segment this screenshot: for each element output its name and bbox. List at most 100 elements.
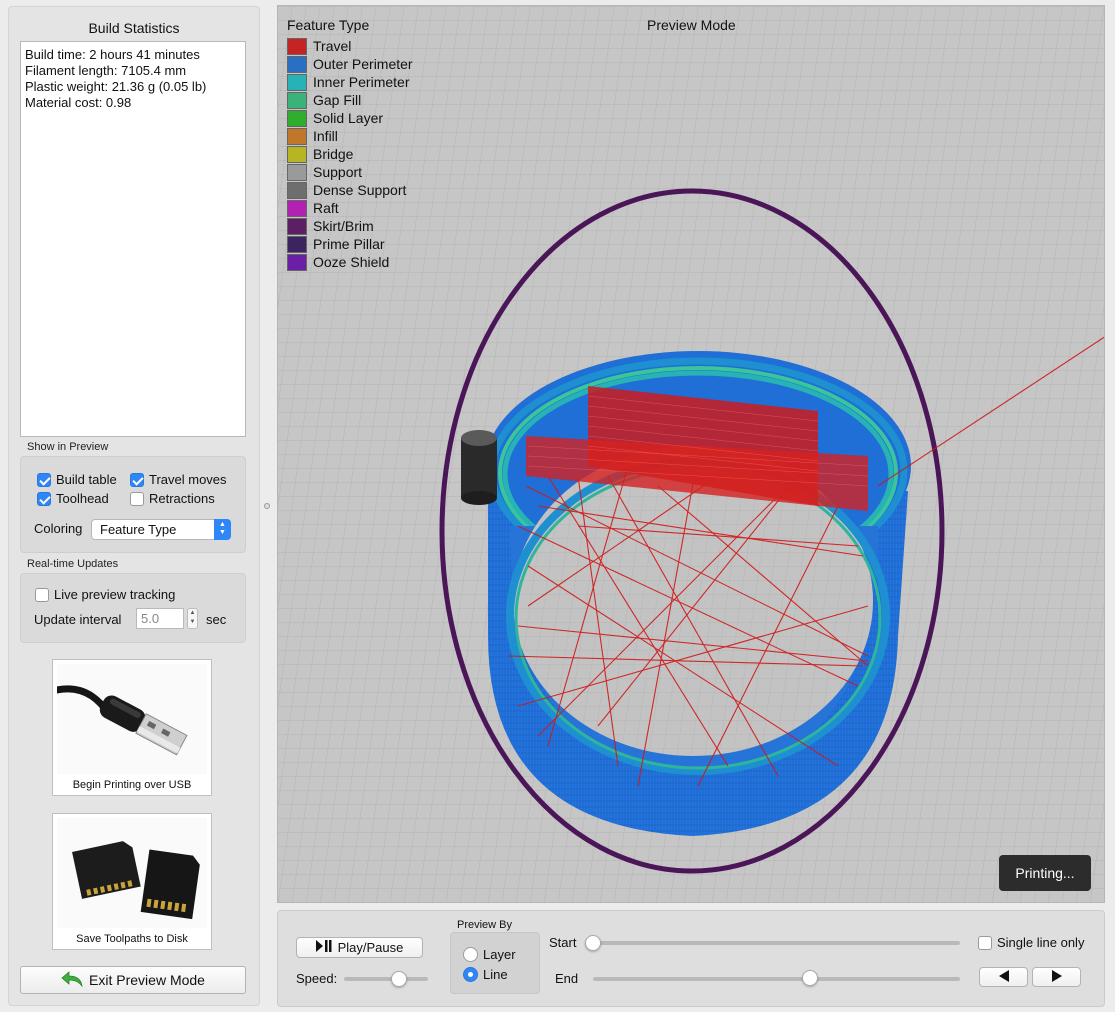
select-arrows-icon: ▲ ▼ (214, 519, 231, 540)
legend-swatch (287, 199, 307, 217)
step-back-button[interactable] (979, 967, 1028, 987)
legend-item-dense-support: Dense Support (287, 181, 413, 199)
triangle-left-icon (998, 969, 1010, 985)
legend-swatch (287, 253, 307, 271)
retractions-label: Retractions (149, 491, 215, 506)
start-slider-track[interactable] (593, 941, 960, 945)
preview-by-group: Layer Line (450, 932, 540, 994)
legend-label: Gap Fill (313, 92, 362, 108)
legend-label: Prime Pillar (313, 236, 385, 252)
legend-swatch (287, 91, 307, 109)
single-line-only-checkbox[interactable]: Single line only (978, 935, 1084, 950)
printing-status-badge[interactable]: Printing... (999, 855, 1091, 891)
legend-swatch (287, 55, 307, 73)
sd-cards-image (57, 818, 207, 928)
preview-by-label: Preview By (457, 919, 513, 931)
legend-item-bridge: Bridge (287, 145, 413, 163)
legend-item-inner-perimeter: Inner Perimeter (287, 73, 413, 91)
legend-swatch (287, 127, 307, 145)
start-slider-knob[interactable] (585, 935, 601, 951)
retractions-checkbox[interactable]: Retractions (130, 491, 215, 506)
live-tracking-checkbox[interactable]: Live preview tracking (35, 587, 175, 602)
coloring-select[interactable]: Feature Type ▲ ▼ (91, 519, 231, 540)
start-label: Start (549, 935, 577, 950)
single-line-only-label: Single line only (997, 935, 1085, 950)
legend-swatch (287, 235, 307, 253)
begin-printing-usb-button[interactable]: Begin Printing over USB (52, 659, 212, 796)
checkbox-unchecked-icon (978, 935, 992, 950)
speed-slider-track[interactable] (344, 977, 428, 981)
stat-build-time: Build time: 2 hours 41 minutes (25, 47, 200, 62)
speed-label: Speed: (296, 971, 338, 986)
end-slider-knob[interactable] (801, 970, 818, 986)
play-pause-button[interactable]: Play/Pause (296, 937, 423, 958)
stat-plastic-weight: Plastic weight: 21.36 g (0.05 lb) (25, 79, 207, 94)
checkbox-checked-icon (130, 472, 144, 487)
exit-preview-mode-button[interactable]: Exit Preview Mode (20, 966, 246, 994)
exit-preview-mode-label: Exit Preview Mode (89, 972, 205, 988)
live-tracking-label: Live preview tracking (54, 587, 176, 602)
legend-label: Inner Perimeter (313, 74, 410, 90)
coloring-value: Feature Type (100, 522, 177, 537)
checkbox-unchecked-icon (35, 587, 49, 602)
legend-swatch (287, 73, 307, 91)
end-slider-track[interactable] (593, 977, 960, 981)
legend-swatch (287, 109, 307, 127)
legend-swatch (287, 181, 307, 199)
preview-viewport[interactable]: Feature Type Preview Mode Travel Outer P… (277, 5, 1105, 903)
legend-label: Support (313, 164, 363, 180)
legend-label: Solid Layer (313, 110, 384, 126)
line-label: Line (483, 967, 508, 982)
build-table-checkbox[interactable]: Build table (37, 472, 117, 487)
toolhead-checkbox[interactable]: Toolhead (37, 491, 109, 506)
toolhead-model (461, 430, 497, 505)
show-in-preview-label: Show in Preview (27, 441, 109, 453)
left-panel: Build Statistics Build time: 2 hours 41 … (8, 6, 260, 1006)
legend-label: Ooze Shield (313, 254, 390, 270)
speed-slider-knob[interactable] (390, 971, 407, 987)
feature-type-legend: Travel Outer Perimeter Inner Perimeter G… (287, 37, 413, 271)
update-interval-input[interactable]: 5.0 (136, 608, 184, 629)
show-in-preview-group: Build table Travel moves Toolhead Retrac… (20, 456, 246, 553)
begin-printing-usb-label: Begin Printing over USB (72, 779, 192, 791)
legend-label: Outer Perimeter (313, 56, 413, 72)
toolhead-label: Toolhead (56, 491, 109, 506)
build-statistics-title: Build Statistics (88, 20, 180, 36)
stat-filament-length: Filament length: 7105.4 mm (25, 63, 187, 78)
splitter-handle[interactable] (264, 503, 270, 509)
legend-swatch (287, 217, 307, 235)
layer-label: Layer (483, 947, 516, 962)
build-statistics-box: Build time: 2 hours 41 minutes Filament … (20, 41, 246, 437)
legend-swatch (287, 145, 307, 163)
legend-title: Feature Type (287, 17, 370, 33)
legend-item-travel: Travel (287, 37, 413, 55)
update-interval-label: Update interval (34, 612, 122, 627)
save-toolpaths-disk-label: Save Toolpaths to Disk (76, 933, 188, 945)
legend-item-prime-pillar: Prime Pillar (287, 235, 413, 253)
preview-by-line-radio[interactable]: Line (463, 967, 508, 982)
triangle-right-icon (1051, 969, 1063, 985)
back-arrow-icon (61, 970, 83, 990)
build-table-label: Build table (56, 472, 117, 487)
legend-label: Raft (313, 200, 339, 216)
usb-cable-image (53, 664, 207, 774)
checkbox-checked-icon (37, 491, 51, 506)
playback-controls: Play/Pause Speed: Preview By Layer Line … (277, 910, 1105, 1007)
checkbox-checked-icon (37, 472, 51, 487)
legend-swatch (287, 37, 307, 55)
legend-item-outer-perimeter: Outer Perimeter (287, 55, 413, 73)
update-interval-stepper[interactable]: ▲ ▼ (187, 608, 198, 629)
legend-swatch (287, 163, 307, 181)
travel-moves-checkbox[interactable]: Travel moves (130, 472, 227, 487)
step-forward-button[interactable] (1032, 967, 1081, 987)
legend-item-ooze-shield: Ooze Shield (287, 253, 413, 271)
preview-by-layer-radio[interactable]: Layer (463, 947, 516, 962)
save-toolpaths-disk-button[interactable]: Save Toolpaths to Disk (52, 813, 212, 950)
play-pause-icon (315, 940, 332, 955)
legend-label: Travel (313, 38, 352, 54)
legend-label: Dense Support (313, 182, 407, 198)
travel-moves-label: Travel moves (149, 472, 227, 487)
legend-label: Skirt/Brim (313, 218, 374, 234)
coloring-label: Coloring (34, 521, 83, 536)
legend-label: Infill (313, 128, 338, 144)
